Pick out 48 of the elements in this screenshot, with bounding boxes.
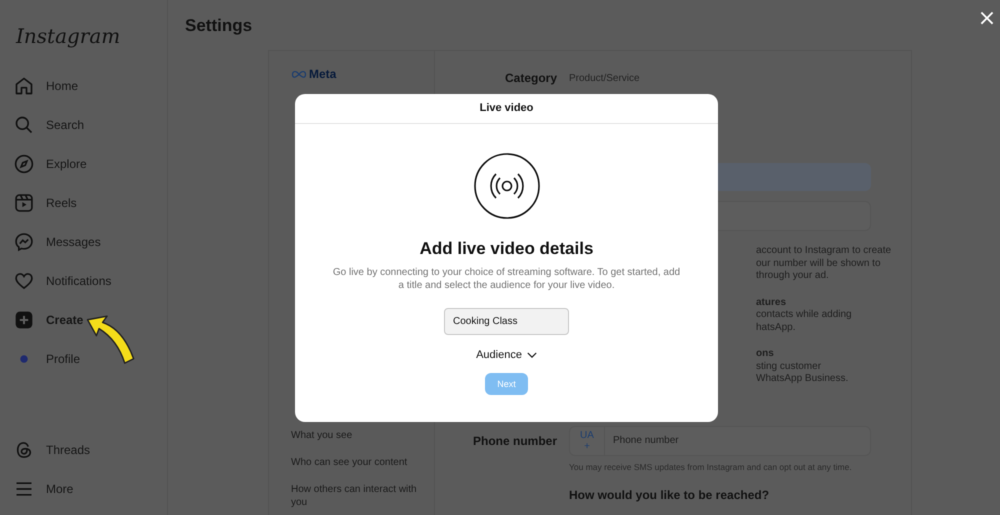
infinity-icon [291,70,307,78]
close-button[interactable]: × [974,6,1000,32]
messenger-icon [14,232,34,252]
dialog-heading: Add live video details [420,239,594,259]
option-text: sting customer [756,360,822,373]
phone-field[interactable]: UA + Phone number [569,426,871,456]
settings-menu-item[interactable]: How others can interact with you [291,483,420,509]
search-icon [14,115,34,135]
field-value: Product/Service [569,72,640,84]
nav-item[interactable]: Profile [14,347,167,371]
nav-item[interactable]: Explore [14,152,167,176]
meta-logo: Meta [291,67,434,81]
nav-item[interactable]: Search [14,113,167,137]
nav-item[interactable]: Notifications [14,269,167,293]
option-text: ons [756,348,775,360]
plus-icon [14,310,34,330]
reels-icon [14,193,34,213]
threads-icon [14,440,34,460]
option-text: atures [756,296,788,309]
option-text: through your ad. [756,270,830,282]
option-text: hatsApp. [756,322,796,334]
chevron-down-icon [526,352,537,358]
settings-menu-item[interactable]: What you see [291,429,420,442]
compass-icon [14,154,34,174]
option-text: contacts while adding [756,309,853,322]
nav-item[interactable]: More [14,477,167,501]
field-label: Phone number [472,434,557,448]
home-icon [14,76,34,96]
heart-icon [14,271,34,291]
dialog-title: Live video [295,94,718,124]
live-broadcast-icon [474,153,540,219]
nav-item[interactable]: Threads [14,438,167,462]
audience-dropdown[interactable]: Audience [472,347,541,363]
nav-item[interactable]: Messages [14,230,167,254]
option-text: account to Instagram to create [756,245,892,258]
option-text: WhatsApp Business. [756,373,850,386]
dialog-description: Go live by connecting to your choice of streaming software. To get started, add a title and select the audience for your live video. [332,267,682,292]
field-label: Category [504,71,557,85]
title-field[interactable]: Cooking Class [444,308,569,335]
instagram-logo: Instagram [16,24,122,48]
country-code-selector[interactable]: UA + [570,426,605,454]
page-title: Settings [185,16,252,36]
nav-item[interactable]: Home [14,74,167,98]
section-heading: How would you like to be reached? [569,488,770,502]
nav-item[interactable]: Create [14,308,167,332]
nav-item[interactable]: Reels [14,191,167,215]
option-text: our number will be shown to [756,258,882,270]
settings-menu-item[interactable]: Who can see your content [291,456,420,469]
